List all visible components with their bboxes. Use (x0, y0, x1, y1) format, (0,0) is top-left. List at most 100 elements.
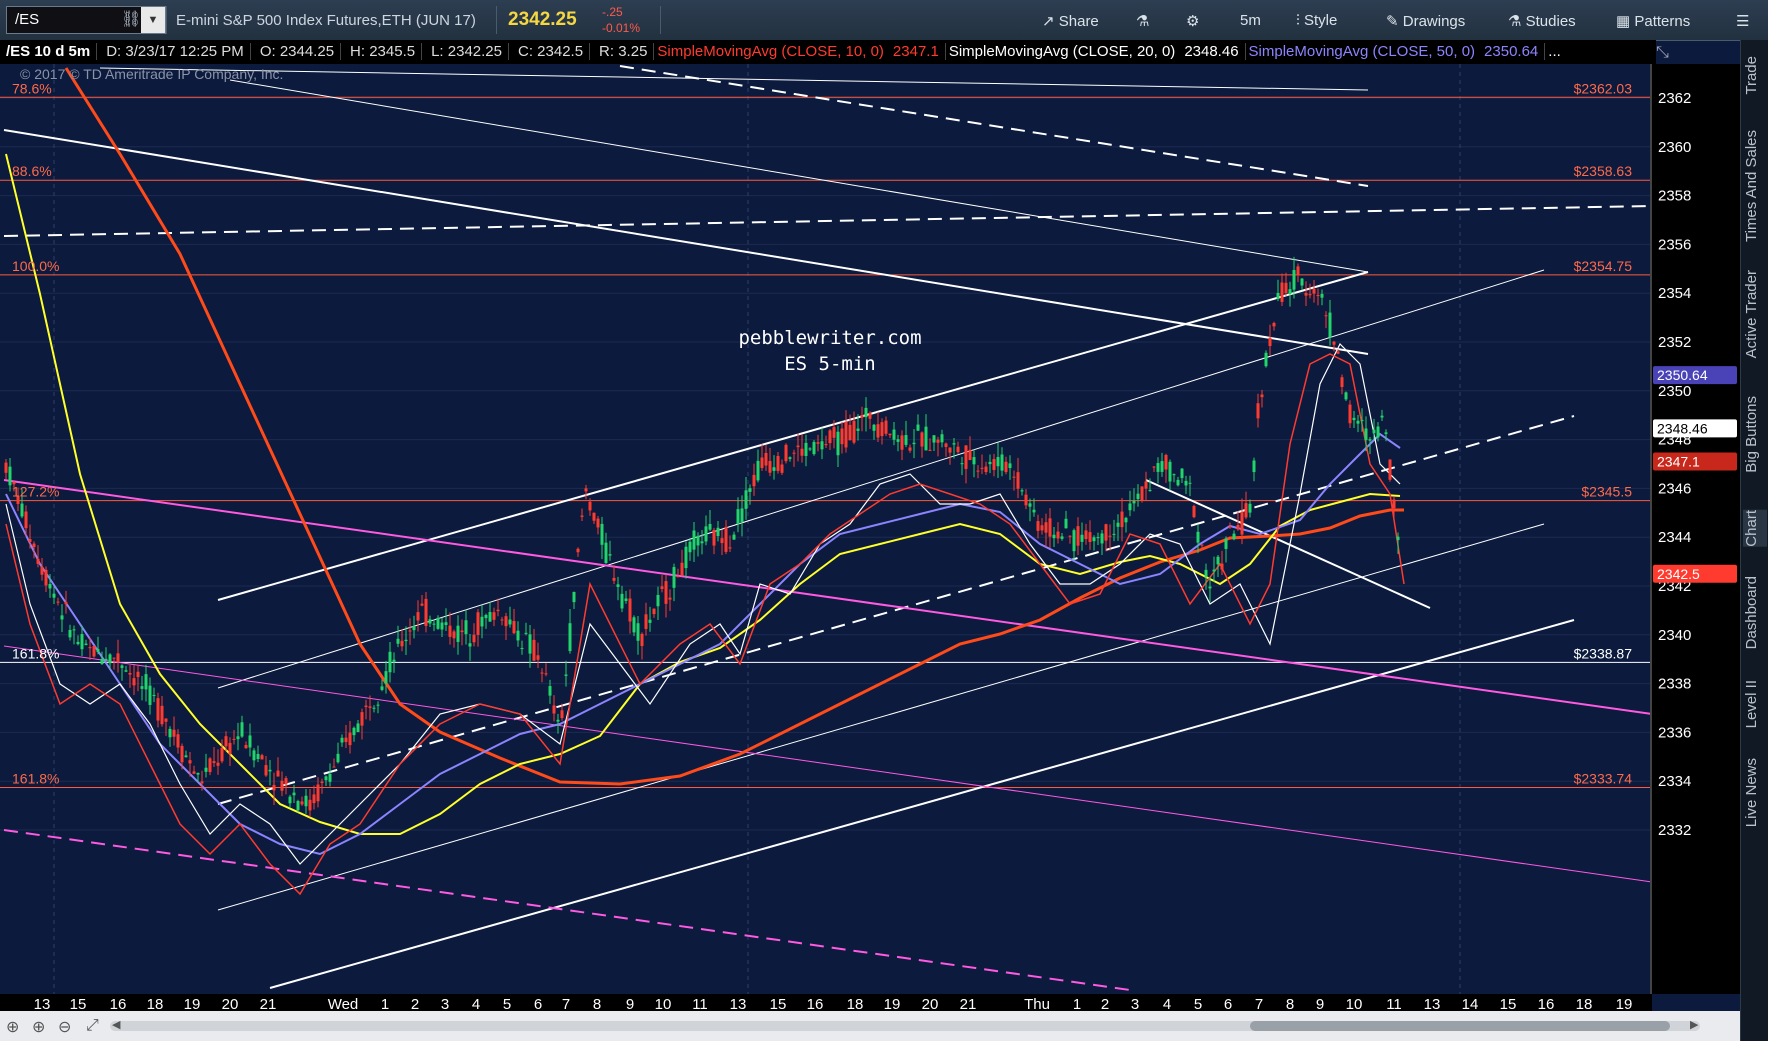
studies-button[interactable]: ⚗ Studies (1508, 12, 1576, 30)
candle-body (4, 462, 8, 473)
candle-body (1024, 494, 1028, 506)
candle-body (272, 784, 276, 791)
time-tick-label: 20 (222, 996, 239, 1011)
timeframe-button[interactable]: 5m (1240, 12, 1261, 29)
tab-live-news[interactable]: Live News (1743, 758, 1767, 827)
candle-body (308, 799, 312, 811)
candle-body (880, 422, 884, 437)
candle-body (1164, 454, 1168, 470)
price-axis[interactable]: 2362236023582356235423522350234823462344… (1652, 64, 1740, 994)
candle-body (840, 428, 844, 445)
candle-body (1056, 531, 1060, 539)
candle-body (408, 630, 412, 632)
chevron-down-icon[interactable]: ▼ (141, 7, 165, 33)
candle-body (620, 593, 624, 609)
patterns-button[interactable]: ▦ Patterns (1616, 12, 1690, 30)
candle-body (812, 441, 816, 455)
candle-body (1072, 530, 1076, 552)
fib-price-label: $2362.03 (1574, 80, 1633, 96)
candle-body (376, 704, 380, 706)
candle-body (492, 612, 496, 620)
candle-body (700, 541, 704, 544)
symbol-selector[interactable]: /ES ▼ (6, 6, 166, 34)
candle-body (688, 541, 692, 553)
candle-body (940, 434, 944, 443)
chart-scrollbar[interactable]: ⊕ ⊕ ⊖ ⤢ ◀ ▶ (0, 1011, 1740, 1041)
zoom-icon[interactable]: ⊕ (6, 1017, 19, 1037)
more-studies[interactable]: ... (1548, 43, 1561, 60)
candle-body (748, 488, 752, 492)
candle-body (1044, 522, 1048, 533)
candle-body (412, 626, 416, 631)
candle-body (560, 710, 564, 719)
price-chart[interactable]: © 2017 © TD Ameritrade IP Company, Inc. … (0, 64, 1652, 994)
candle-body (1060, 536, 1064, 539)
bar-high: H: 2345.5 (344, 43, 423, 60)
share-button[interactable]: ↗ Share (1042, 12, 1099, 30)
candle-body (856, 428, 860, 431)
flask-icon: ⚗ (1136, 13, 1150, 30)
sma10-value: 2347.1 (886, 43, 946, 60)
candle-body (1172, 474, 1176, 476)
style-button[interactable]: ⫶ Style (1296, 12, 1337, 29)
scroll-track[interactable] (110, 1021, 1700, 1031)
zoom-out-icon[interactable]: ⊖ (58, 1017, 71, 1037)
chevron-left-icon[interactable]: ◀ (112, 1018, 120, 1031)
candle-body (188, 760, 192, 764)
candle-body (1160, 461, 1164, 472)
candle-body (380, 686, 384, 690)
candle-body (1264, 352, 1268, 367)
collapse-icon[interactable]: ⤡ (1656, 44, 1669, 62)
candle-body (340, 737, 344, 743)
candle-body (452, 631, 456, 639)
candle-body (536, 655, 540, 660)
scroll-thumb[interactable] (1250, 1021, 1670, 1031)
candle-body (708, 523, 712, 530)
price-tick-label: 2354 (1658, 285, 1691, 302)
candle-body (1380, 415, 1384, 418)
candle-body (40, 566, 44, 575)
candle-body (1340, 377, 1344, 387)
pan-icon[interactable]: ⤢ (86, 1017, 99, 1035)
time-tick-label: 5 (1194, 996, 1202, 1011)
menu-button[interactable]: ☰ (1736, 12, 1749, 30)
drawings-button[interactable]: ✎ Drawings (1386, 12, 1465, 30)
tab-active-trader[interactable]: Active Trader (1743, 270, 1767, 358)
time-tick-label: 9 (626, 996, 634, 1011)
candle-body (868, 412, 872, 419)
tab-big-buttons[interactable]: Big Buttons (1743, 396, 1767, 473)
zoom-in-icon[interactable]: ⊕ (32, 1017, 45, 1037)
candle-body (920, 432, 924, 447)
candle-body (100, 658, 104, 665)
candle-body (848, 424, 852, 441)
candle-body (440, 622, 444, 630)
time-tick-label: 15 (770, 996, 787, 1011)
candle-body (1080, 534, 1084, 542)
tab-times-and-sales[interactable]: Times And Sales (1743, 130, 1767, 242)
candle-body (1124, 517, 1128, 523)
candle-body (924, 426, 928, 451)
candle-body (96, 649, 100, 653)
candle-body (800, 448, 804, 456)
flask-button[interactable]: ⚗ (1136, 12, 1149, 30)
candle-body (284, 778, 288, 785)
candlestick-icon: ⫶ (1296, 12, 1300, 29)
candle-body (180, 745, 184, 763)
link-icon[interactable]: ⛓ (121, 9, 141, 29)
candle-body (1200, 544, 1204, 546)
candle-body (300, 801, 304, 805)
chart-canvas[interactable]: © 2017 © TD Ameritrade IP Company, Inc. … (0, 64, 1652, 994)
tab-chart[interactable]: Chart (1743, 510, 1767, 547)
flask-icon: ⚗ (1508, 13, 1522, 30)
candle-body (952, 443, 956, 445)
tab-level-ii[interactable]: Level II (1743, 680, 1767, 728)
settings-button[interactable]: ⚙ (1186, 12, 1199, 30)
chevron-right-icon[interactable]: ▶ (1690, 1018, 1698, 1031)
tab-dashboard[interactable]: Dashboard (1743, 576, 1767, 649)
time-axis[interactable]: 13 15 16 18 19 20 21 Wed 1 2 3 4 5 6 7 8 9 10 11 13 15 16 18 19… (0, 994, 1652, 1011)
candle-body (832, 427, 836, 438)
candle-body (676, 576, 680, 578)
tab-trade[interactable]: Trade (1743, 56, 1767, 95)
candle-body (1396, 536, 1400, 541)
bar-low: L: 2342.25 (425, 43, 509, 60)
